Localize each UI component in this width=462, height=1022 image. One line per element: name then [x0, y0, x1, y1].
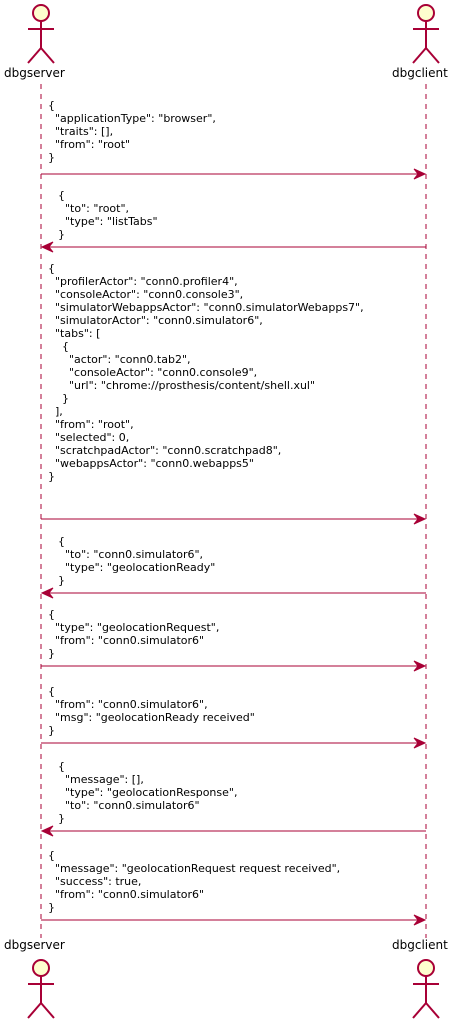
actor-dbgclient-bottom-figure	[412, 959, 440, 1019]
message-arrow-8	[41, 914, 427, 926]
message-arrow-5	[41, 660, 427, 672]
message-text-1: { "applicationType": "browser", "traits"…	[48, 99, 216, 164]
actor-dbgclient-bottom-label: dbgclient	[392, 938, 448, 952]
message-arrow-3	[41, 513, 427, 525]
message-text-5: { "type": "geolocationRequest", "from": …	[48, 608, 220, 660]
actor-dbgclient-top-label: dbgclient	[392, 66, 448, 80]
message-text-4: { "to": "conn0.simulator6", "type": "geo…	[58, 535, 216, 587]
actor-dbgserver-top-figure	[27, 4, 55, 64]
message-arrow-7	[40, 825, 426, 837]
message-arrow-1	[41, 168, 427, 180]
message-text-3: { "profilerActor": "conn0.profiler4", "c…	[48, 262, 364, 483]
message-arrow-6	[41, 737, 427, 749]
actor-dbgserver-bottom-label: dbgserver	[4, 938, 65, 952]
actor-dbgserver-bottom-figure	[27, 959, 55, 1019]
message-arrow-2	[40, 241, 426, 253]
actor-dbgserver-top-label: dbgserver	[4, 66, 65, 80]
message-text-8: { "message": "geolocationRequest request…	[48, 849, 341, 914]
message-text-7: { "message": [], "type": "geolocationRes…	[58, 760, 238, 825]
message-text-2: { "to": "root", "type": "listTabs" }	[58, 189, 158, 241]
message-text-6: { "from": "conn0.simulator6", "msg": "ge…	[48, 685, 255, 737]
actor-dbgclient-top-figure	[412, 4, 440, 64]
message-arrow-4	[40, 587, 426, 599]
